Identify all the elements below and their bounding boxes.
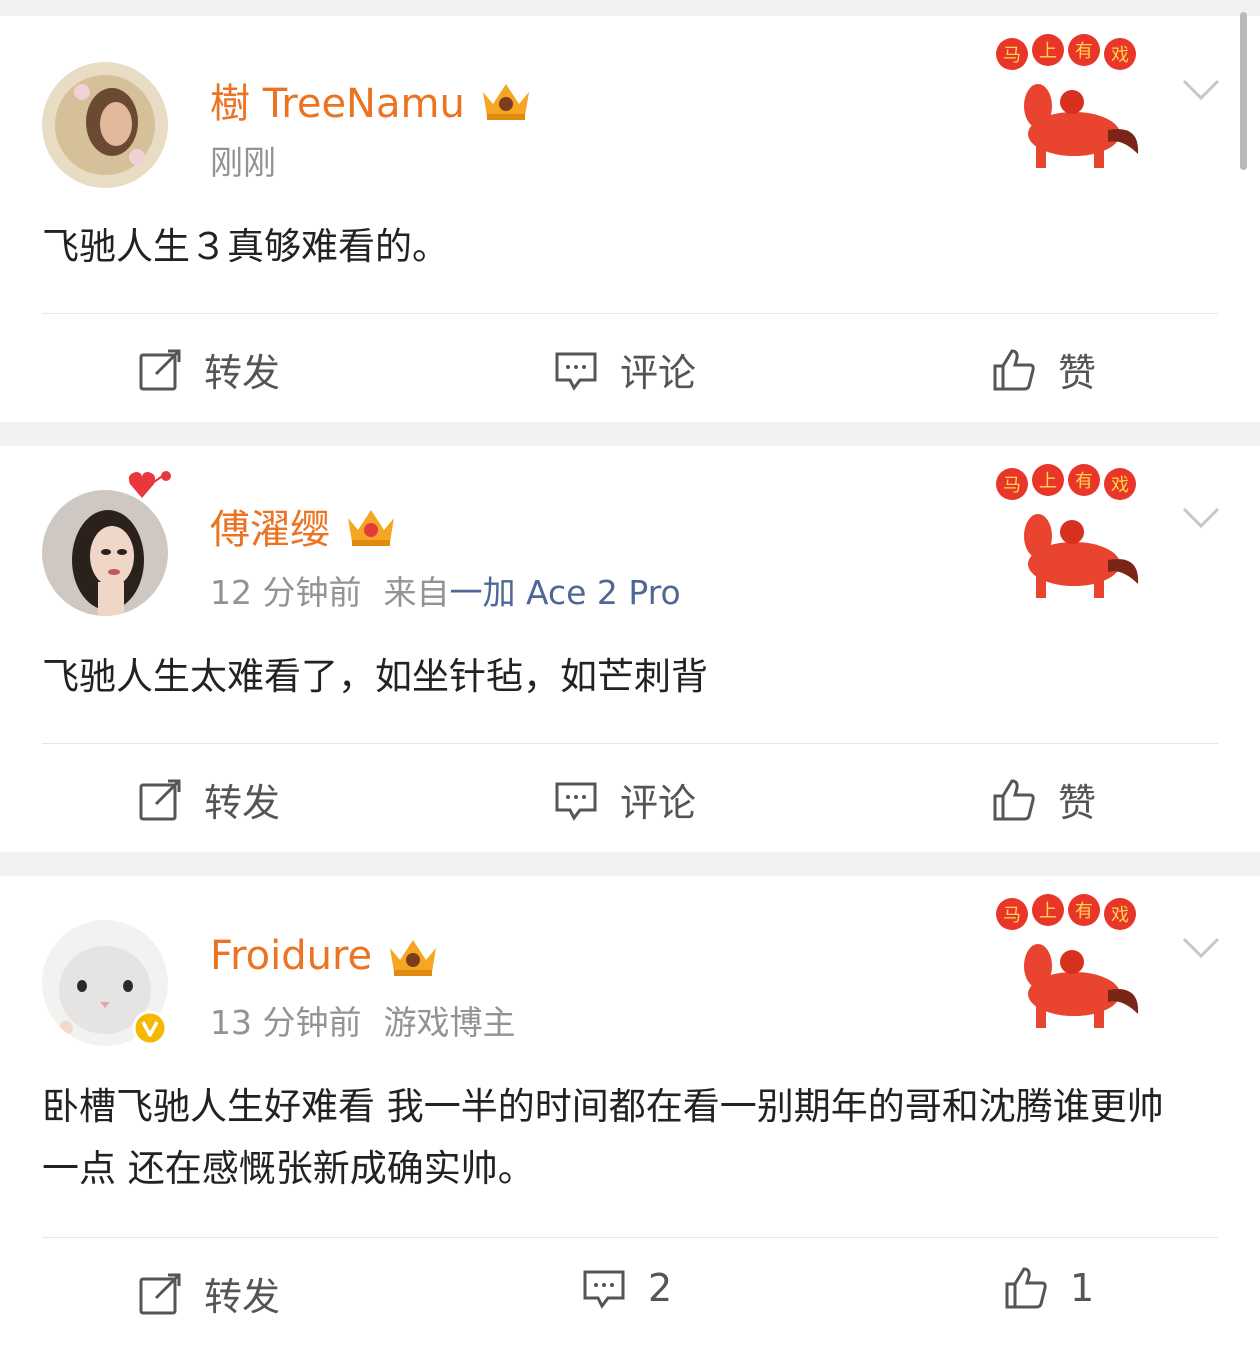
comment-count: 2 [648, 1266, 673, 1310]
comment-button[interactable]: 评论 [554, 342, 696, 397]
post-time: 刚刚 [210, 143, 276, 182]
repost-button[interactable]: 转发 [138, 1266, 280, 1321]
divider [42, 743, 1218, 744]
comment-button[interactable]: 2 [582, 1266, 672, 1310]
username-text[interactable]: 樹 TreeNamu [210, 71, 465, 129]
comment-button[interactable]: 评论 [554, 772, 696, 827]
like-label: 赞 [1058, 781, 1097, 825]
repost-button[interactable]: 转发 [138, 342, 280, 397]
heart-headband-icon [128, 471, 171, 498]
comment-label: 评论 [620, 781, 697, 825]
chevron-down-icon[interactable] [1182, 78, 1220, 102]
username-text[interactable]: Froidure [210, 933, 372, 979]
chevron-down-icon[interactable] [1182, 506, 1220, 530]
like-icon [1005, 1267, 1047, 1309]
post-source-prefix: 来自 [383, 573, 450, 612]
crown-badge-icon [482, 84, 529, 120]
sticker-image: 马 上 有 戏 [996, 464, 1139, 598]
verified-badge-icon [132, 1010, 168, 1046]
post-source-device[interactable]: 一加 Ace 2 Pro [449, 573, 680, 612]
post-meta: 12 分钟前 来自一加 Ace 2 Pro [210, 566, 681, 614]
like-icon [993, 348, 1035, 390]
repost-icon [139, 1273, 181, 1314]
svg-text:上: 上 [1039, 901, 1057, 922]
post-time: 12 分钟前 [210, 573, 362, 612]
svg-text:马: 马 [1003, 45, 1021, 66]
like-button[interactable]: 赞 [992, 772, 1096, 827]
sticker-image: 马 上 有 戏 [996, 34, 1139, 168]
repost-label: 转发 [204, 781, 281, 825]
divider [42, 313, 1218, 314]
username[interactable]: 樹 TreeNamu [210, 70, 533, 130]
crown-badge-icon [348, 510, 394, 546]
post-meta: 13 分钟前 游戏博主 [210, 996, 515, 1044]
svg-text:马: 马 [1003, 475, 1021, 496]
username[interactable]: 傅濯缨 [210, 496, 398, 556]
post-text: 飞驰人生太难看了，如坐针毡，如芒刺背 [42, 655, 708, 698]
repost-label: 转发 [204, 351, 281, 395]
like-icon [993, 778, 1035, 820]
divider [42, 1237, 1218, 1238]
like-count: 1 [1070, 1266, 1095, 1310]
post-meta: 刚刚 [210, 136, 276, 184]
repost-icon [139, 779, 181, 820]
svg-text:上: 上 [1039, 471, 1057, 492]
post-card: Froidure 13 分钟前 游戏博主 马 上 有 戏 卧槽飞驰人生好难看 我一… [0, 876, 1260, 1348]
crown-badge-icon [390, 940, 437, 976]
svg-text:戏: 戏 [1111, 905, 1129, 926]
scrollbar[interactable] [1240, 12, 1247, 170]
repost-button[interactable]: 转发 [138, 772, 280, 827]
post-time: 13 分钟前 [210, 1003, 362, 1042]
svg-text:上: 上 [1039, 41, 1057, 62]
post-text: 飞驰人生３真够难看的。 [42, 225, 449, 268]
comment-label: 评论 [620, 351, 697, 395]
repost-icon [139, 349, 181, 390]
like-label: 赞 [1058, 351, 1097, 395]
svg-text:有: 有 [1075, 901, 1093, 922]
comment-icon [583, 1270, 625, 1309]
svg-text:有: 有 [1075, 41, 1093, 62]
post-card: 傅濯缨 12 分钟前 来自一加 Ace 2 Pro 马 上 有 戏 飞驰人生太难看… [0, 446, 1260, 852]
svg-text:马: 马 [1003, 905, 1021, 926]
avatar[interactable] [42, 490, 168, 616]
like-button[interactable]: 赞 [992, 342, 1096, 397]
like-button[interactable]: 1 [1004, 1266, 1094, 1310]
svg-text:有: 有 [1075, 471, 1093, 492]
username[interactable]: Froidure [210, 926, 440, 986]
svg-text:戏: 戏 [1111, 45, 1129, 66]
repost-label: 转发 [204, 1275, 281, 1319]
comment-icon [555, 782, 597, 821]
post-source-prefix: 游戏博主 [383, 1003, 516, 1042]
svg-text:戏: 戏 [1111, 475, 1129, 496]
sticker-image: 马 上 有 戏 [996, 894, 1139, 1028]
chevron-down-icon[interactable] [1182, 936, 1220, 960]
comment-icon [555, 352, 597, 391]
avatar[interactable] [42, 62, 168, 188]
username-text[interactable]: 傅濯缨 [210, 497, 330, 555]
post-card: 樹 TreeNamu 刚刚 马 上 有 戏 飞驰人生３真够难看的。 转发 评论 … [0, 16, 1260, 422]
post-text: 卧槽飞驰人生好难看 我一半的时间都在看一别期年的哥和沈腾谁更帅一点 还在感慨张新… [42, 1085, 1164, 1190]
